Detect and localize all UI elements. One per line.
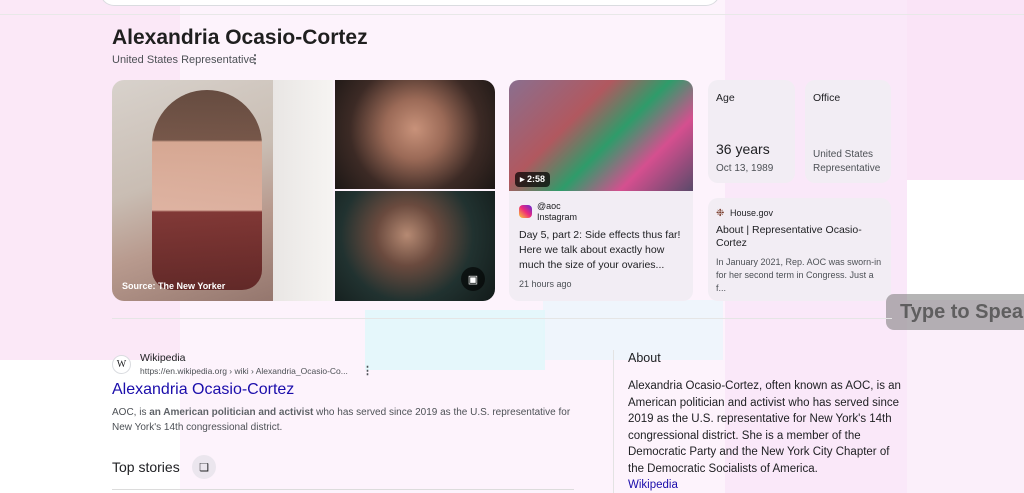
house-snippet: In January 2021, Rep. AOC was sworn-in f… bbox=[716, 257, 882, 293]
column-divider bbox=[613, 350, 614, 493]
wiki-site-name: Wikipedia bbox=[140, 352, 186, 364]
birth-date: Oct 13, 1989 bbox=[716, 163, 774, 174]
age-fact-card[interactable]: Age 36 years Oct 13, 1989 bbox=[708, 80, 795, 183]
house-title: About | Representative Ocasio-Cortez bbox=[716, 224, 862, 249]
instagram-icon bbox=[519, 205, 532, 218]
video-timestamp: 21 hours ago bbox=[519, 279, 572, 289]
office-label: Office bbox=[813, 92, 841, 104]
vertical-dots-icon[interactable]: ⋮ bbox=[362, 364, 373, 377]
stories-layers-icon[interactable]: ❏ bbox=[192, 455, 216, 479]
type-to-speak-overlay[interactable]: Type to Speak bbox=[886, 294, 1024, 330]
office-value: United States Representative bbox=[813, 149, 881, 174]
wiki-url: https://en.wikipedia.org › wiki › Alexan… bbox=[140, 366, 348, 376]
vertical-dots-icon[interactable]: ⋮ bbox=[249, 52, 261, 66]
main-photo[interactable]: Source: The New Yorker bbox=[112, 80, 333, 301]
instagram-video-card[interactable]: ▸ 2:58 @aoc Instagram Day 5, part 2: Sid… bbox=[509, 80, 693, 301]
video-source: Instagram bbox=[537, 212, 578, 222]
house-seal-icon: ❉ bbox=[716, 208, 725, 219]
video-duration-badge: ▸ 2:58 bbox=[515, 172, 551, 187]
age-value: 36 years bbox=[716, 141, 770, 157]
wiki-snippet: AOC, is an American politician and activ… bbox=[112, 407, 571, 433]
header-divider bbox=[0, 14, 1024, 15]
age-label: Age bbox=[716, 92, 735, 104]
top-stories-heading: Top stories bbox=[112, 459, 180, 475]
video-description: Day 5, part 2: Side effects thus far! He… bbox=[519, 229, 681, 271]
entity-subtitle: United States Representative bbox=[112, 54, 256, 66]
photo-collage[interactable]: Source: The New Yorker ▣ bbox=[112, 80, 495, 301]
stories-divider bbox=[112, 489, 574, 490]
video-handle: @aoc bbox=[537, 201, 561, 211]
image-icon[interactable]: ▣ bbox=[461, 267, 485, 291]
about-wikipedia-link[interactable]: Wikipedia bbox=[628, 479, 678, 491]
photo-bottom-right[interactable]: ▣ bbox=[335, 191, 495, 301]
house-gov-card[interactable]: ❉ House.gov About | Representative Ocasi… bbox=[708, 198, 891, 301]
search-results-page: Alexandria Ocasio-Cortez United States R… bbox=[0, 0, 1024, 493]
about-description: Alexandria Ocasio-Cortez, often known as… bbox=[628, 380, 901, 491]
photo-top-right[interactable] bbox=[335, 80, 495, 189]
photo-caption: Source: The New Yorker bbox=[122, 281, 226, 291]
house-source: House.gov bbox=[730, 208, 774, 218]
wikipedia-logo-icon: W bbox=[112, 355, 131, 374]
section-divider bbox=[112, 318, 892, 319]
search-bar[interactable] bbox=[100, 0, 720, 6]
page-title: Alexandria Ocasio-Cortez bbox=[112, 26, 368, 49]
wiki-result-link[interactable]: Alexandria Ocasio-Cortez bbox=[112, 381, 294, 399]
about-heading: About bbox=[628, 351, 661, 365]
office-fact-card[interactable]: Office United States Representative bbox=[805, 80, 891, 183]
